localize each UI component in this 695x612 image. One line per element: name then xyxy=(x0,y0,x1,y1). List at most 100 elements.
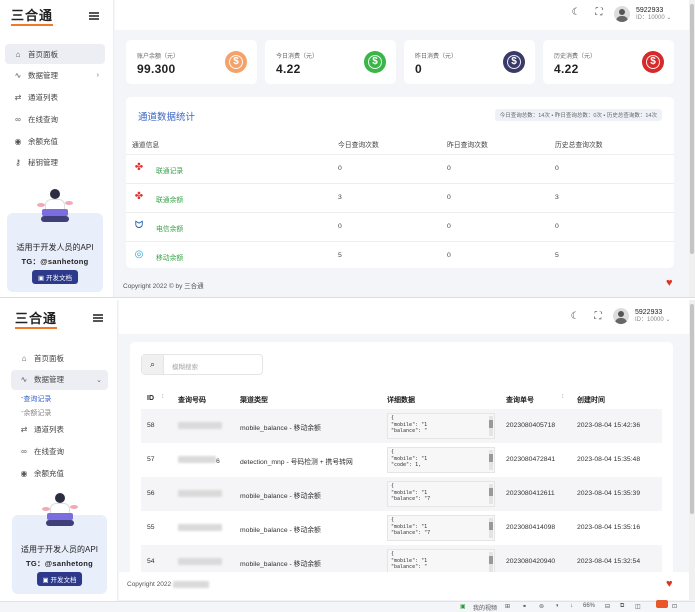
top-bar: ☾ ⛶ 5922933 ID：10000 ⌄ xyxy=(115,0,695,30)
promo-tg: TG：@sanhetong xyxy=(21,257,89,266)
table-row: ◎ 移动余额 5 0 5 xyxy=(126,241,674,270)
key-icon: ⚷ xyxy=(15,158,21,168)
sort-icon[interactable]: ↕ xyxy=(161,393,165,400)
toolbar-icon[interactable]: ⊚ xyxy=(539,603,544,610)
user-menu[interactable]: 5922933 ID：10000 ⌄ xyxy=(614,6,671,22)
zoom-level[interactable]: 66% xyxy=(583,603,595,609)
table-row: ✤ 联通余额 3 0 3 xyxy=(126,183,674,212)
footer-copyright: Copyright 2022 xyxy=(127,581,209,588)
heart-icon: ♥ xyxy=(666,578,673,590)
toolbar-icon[interactable]: ⊟ xyxy=(605,603,610,610)
logo[interactable]: 三合通 xyxy=(11,9,55,26)
detail-json[interactable]: { "mobile": "1 "code": 1, xyxy=(387,447,495,473)
top-bar: ☾ ⛶ 5922933 ID：10000 ⌄ xyxy=(119,300,695,334)
table-row: 57 6 detection_mnp - 号码检测 + 携号转网 { "mobi… xyxy=(141,443,662,477)
dev-docs-button[interactable]: ▣ 开发文档 xyxy=(36,572,83,586)
channel-stats-summary: 今日查询总数：14次 • 昨日查询总数：0次 • 历史总查询数：14次 xyxy=(494,109,662,121)
link-icon: ∞ xyxy=(15,114,21,124)
sidebar-item-data[interactable]: ∿ 数据管理 › xyxy=(5,66,105,86)
moon-icon[interactable]: ☾ xyxy=(568,310,582,324)
table-row: 56 mobile_balance - 移动余额 { "mobile": "1 … xyxy=(141,477,662,511)
promo-title: 适用于开发人员的API xyxy=(16,243,94,252)
scrollbar[interactable] xyxy=(689,300,695,600)
stat-card-today: 今日消费（元） 4.22 $ xyxy=(265,40,396,84)
sort-icon[interactable]: ↕ xyxy=(561,393,565,400)
table-row: ᗢ 电信余额 0 0 0 xyxy=(126,212,674,241)
records-pane: 三合通 ⌂ 首页面板 ∿ 数据管理 ⌄ - 查询记录 - 余额记录 ⇄ 通道列表 ∞ 在线… xyxy=(0,300,695,612)
developer-illustration xyxy=(41,493,78,533)
phone-masked xyxy=(178,524,222,533)
user-menu[interactable]: 5922933 ID：10000 ⌄ xyxy=(613,308,670,324)
dollar-icon: $ xyxy=(225,51,247,73)
table-row: 55 mobile_balance - 移动余额 { "mobile": "1 … xyxy=(141,511,662,545)
mobile-icon: ◎ xyxy=(134,249,144,260)
search-icon[interactable]: ⌕ xyxy=(142,355,164,374)
sidebar: 三合通 ⌂ 首页面板 ∿ 数据管理 › ⇄ 通道列表 ∞ 在线查询 ◉ 余额充值 ⚷ 秘钥管理… xyxy=(0,0,114,298)
chevron-down-icon: ⌄ xyxy=(96,376,102,384)
toolbar-icon[interactable]: ⊡ xyxy=(672,603,677,610)
detail-json[interactable]: { "mobile": "1 "balance": "7 xyxy=(387,481,495,507)
dollar-icon: $ xyxy=(503,51,525,73)
notification-badge[interactable] xyxy=(656,600,668,608)
sidebar-nav: ⌂ 首页面板 ∿ 数据管理 ⌄ - 查询记录 - 余额记录 ⇄ 通道列表 ∞ 在线查询 ◉… xyxy=(11,348,108,485)
api-promo-card: 适用于开发人员的API TG：@sanhetong ▣ 开发文档 xyxy=(12,493,107,594)
search-input[interactable]: 模糊搜索 xyxy=(172,361,198,371)
toolbar-icon[interactable]: ◑ xyxy=(555,603,559,609)
sidebar-sub-balance-records[interactable]: - 余额记录 xyxy=(11,406,108,420)
logo[interactable]: 三合通 xyxy=(15,312,59,329)
sidebar-item-channels[interactable]: ⇄ 通道列表 xyxy=(11,420,108,440)
sidebar-item-query[interactable]: ∞ 在线查询 xyxy=(5,109,105,129)
toolbar-icon[interactable]: ⧉ xyxy=(620,603,624,610)
swap-icon: ⇄ xyxy=(14,93,22,103)
sidebar-item-keys[interactable]: ⚷ 秘钥管理 xyxy=(5,153,105,173)
menu-toggle-icon[interactable] xyxy=(93,314,103,322)
channel-stats-title: 通道数据统计 xyxy=(138,112,196,123)
toolbar-icon[interactable]: ⚭ xyxy=(522,603,527,610)
phone-masked xyxy=(178,422,222,431)
stat-card-balance: 账户余额（元） 99.300 $ xyxy=(126,40,257,84)
status-bar: ▣ 我的视频 ⊞ ⚭ ⊚ ◑ ↓ 66% ⊟ ⧉ ◫ ⊡ xyxy=(0,600,695,612)
channel-stats-card: 通道数据统计 今日查询总数：14次 • 昨日查询总数：0次 • 历史总查询数：1… xyxy=(126,97,674,268)
activity-icon: ∿ xyxy=(20,375,28,385)
video-icon[interactable]: ▣ xyxy=(460,603,466,610)
stat-card-history: 历史消费（元） 4.22 $ xyxy=(543,40,674,84)
sidebar-item-data[interactable]: ∿ 数据管理 ⌄ xyxy=(11,369,108,390)
toolbar-icon[interactable]: ⊞ xyxy=(505,603,510,610)
avatar xyxy=(613,308,629,324)
scrollbar[interactable] xyxy=(689,0,695,298)
sidebar-item-recharge[interactable]: ◉ 余额充值 xyxy=(5,131,105,151)
phone-masked xyxy=(178,490,222,499)
avatar xyxy=(614,6,630,22)
moon-icon[interactable]: ☾ xyxy=(569,6,583,20)
telecom-icon: ᗢ xyxy=(134,220,144,231)
unicom-icon: ✤ xyxy=(134,191,144,202)
sidebar-item-channels[interactable]: ⇄ 通道列表 xyxy=(5,88,105,108)
fullscreen-icon[interactable]: ⛶ xyxy=(592,6,606,20)
promo-tg: TG：@sanhetong xyxy=(25,559,94,568)
link-icon: ∞ xyxy=(21,446,27,456)
detail-json[interactable]: { "mobile": "1 "balance": " xyxy=(387,413,495,439)
sidebar-sub-query-records[interactable]: - 查询记录 xyxy=(11,392,108,406)
detail-json[interactable]: { "mobile": "1 "balance": "7 xyxy=(387,515,495,541)
sidebar-item-home[interactable]: ⌂ 首页面板 xyxy=(5,44,105,64)
status-label[interactable]: 我的视频 xyxy=(473,603,497,612)
activity-icon: ∿ xyxy=(14,71,22,81)
dev-docs-button[interactable]: ▣ 开发文档 xyxy=(32,270,78,284)
promo-title: 适用于开发人员的API xyxy=(21,545,98,554)
fullscreen-icon[interactable]: ⛶ xyxy=(591,310,605,324)
menu-toggle-icon[interactable] xyxy=(89,12,99,20)
table-row: ✤ 联通记录 0 0 0 xyxy=(126,154,674,183)
download-icon[interactable]: ↓ xyxy=(570,603,573,609)
sidebar: 三合通 ⌂ 首页面板 ∿ 数据管理 ⌄ - 查询记录 - 余额记录 ⇄ 通道列表 ∞ 在线… xyxy=(0,300,118,612)
phone-masked: 6 xyxy=(178,456,220,465)
sidebar-item-home[interactable]: ⌂ 首页面板 xyxy=(11,348,108,368)
search-bar[interactable]: ⌕ 模糊搜索 xyxy=(141,354,263,375)
toolbar-icon[interactable]: ◫ xyxy=(635,603,641,610)
home-icon: ⌂ xyxy=(21,353,27,363)
api-promo-card: 适用于开发人员的API TG：@sanhetong ▣ 开发文档 xyxy=(7,189,103,292)
dashboard-pane: 三合通 ⌂ 首页面板 ∿ 数据管理 › ⇄ 通道列表 ∞ 在线查询 ◉ 余额充值 ⚷ 秘钥管理… xyxy=(0,0,695,298)
sidebar-item-recharge[interactable]: ◉ 余额充值 xyxy=(11,463,108,483)
sidebar-item-query[interactable]: ∞ 在线查询 xyxy=(11,441,108,461)
phone-masked xyxy=(178,558,222,567)
dollar-icon: $ xyxy=(364,51,386,73)
